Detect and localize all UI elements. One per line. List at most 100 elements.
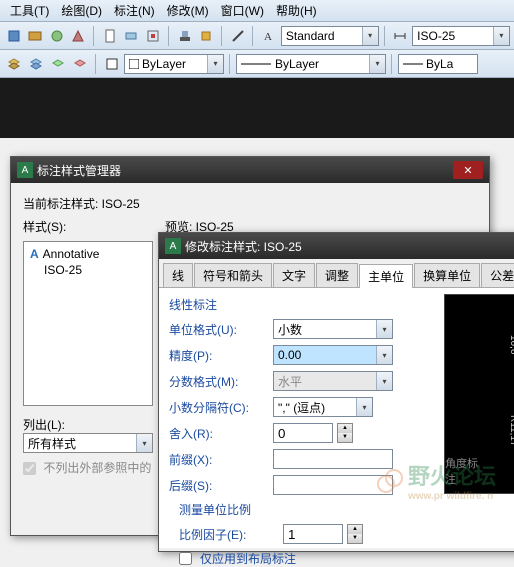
app-icon: A: [165, 238, 181, 254]
toolbar-separator: [229, 54, 231, 74]
xref-checkbox: [23, 462, 36, 475]
spinner-buttons[interactable]: ▲▼: [347, 524, 363, 544]
tab-primary-units[interactable]: 主单位: [359, 264, 413, 288]
styles-listbox[interactable]: AAnnotative ISO-25: [23, 241, 153, 406]
dialog-titlebar[interactable]: A 修改标注样式: ISO-25: [159, 233, 514, 259]
text-style-dropdown[interactable]: Standard: [281, 26, 379, 46]
preview-dim-1: 16,6: [508, 335, 514, 354]
dropdown-arrow-icon[interactable]: [369, 55, 385, 73]
current-style-label: 当前标注样式: ISO-25: [23, 195, 477, 212]
dim-preview: 16,6 R11,17 角度标注: [444, 294, 514, 494]
color-icon[interactable]: [102, 54, 122, 74]
suffix-input[interactable]: [273, 475, 393, 495]
color-dropdown[interactable]: ByLayer: [124, 54, 224, 74]
linetype-dropdown[interactable]: ByLayer: [236, 54, 386, 74]
dropdown-arrow-icon[interactable]: [136, 434, 152, 452]
toolbar-row-1: A Standard ISO-25: [0, 22, 514, 50]
prefix-input[interactable]: [273, 449, 393, 469]
linetype-value: ByLayer: [275, 57, 319, 71]
text-style-icon[interactable]: A: [259, 26, 279, 46]
spinner-buttons[interactable]: ▲▼: [337, 423, 353, 443]
round-input[interactable]: [273, 423, 333, 443]
tool-icon-2[interactable]: [26, 26, 46, 46]
menu-bar: 工具(T) 绘图(D) 标注(N) 修改(M) 窗口(W) 帮助(H): [0, 0, 514, 22]
prefix-label: 前缀(X):: [169, 451, 269, 468]
toolbar-separator: [391, 54, 393, 74]
tab-symbols[interactable]: 符号和箭头: [194, 263, 272, 287]
layer-icon-2[interactable]: [26, 54, 46, 74]
annotative-icon: A: [30, 247, 39, 261]
menu-dim[interactable]: 标注(N): [108, 0, 161, 21]
fraction-format-combo: 水平: [273, 371, 393, 391]
dropdown-arrow-icon[interactable]: [207, 55, 223, 73]
toolbar-separator: [168, 26, 170, 46]
text-style-value: Standard: [286, 29, 335, 43]
menu-modify[interactable]: 修改(M): [161, 0, 215, 21]
dialog-title: 标注样式管理器: [37, 162, 121, 179]
tab-line[interactable]: 线: [163, 263, 193, 287]
layer-icon-4[interactable]: [70, 54, 90, 74]
toolbar-separator: [252, 26, 254, 46]
list-label: 列出(L):: [23, 416, 153, 433]
tool-icon-9[interactable]: [196, 26, 216, 46]
tool-icon-6[interactable]: [122, 26, 142, 46]
dim-style-dropdown[interactable]: ISO-25: [412, 26, 510, 46]
layer-icon-3[interactable]: [48, 54, 68, 74]
tool-icon-3[interactable]: [47, 26, 67, 46]
list-item[interactable]: ISO-25: [28, 262, 148, 278]
menu-help[interactable]: 帮助(H): [270, 0, 323, 21]
tool-icon-7[interactable]: [143, 26, 163, 46]
toolbar-row-2: ByLayer ByLayer ByLa: [0, 50, 514, 78]
dim-style-value: ISO-25: [417, 29, 455, 43]
dim-style-icon[interactable]: [391, 26, 411, 46]
precision-combo[interactable]: 0.00: [273, 345, 393, 365]
unit-format-label: 单位格式(U):: [169, 321, 269, 338]
xref-checkbox-label: 不列出外部参照中的: [43, 461, 151, 475]
close-button[interactable]: ✕: [453, 161, 483, 179]
tab-strip: 线 符号和箭头 文字 调整 主单位 换算单位 公差: [159, 259, 514, 288]
tool-icon-1[interactable]: [4, 26, 24, 46]
menu-draw[interactable]: 绘图(D): [55, 0, 108, 21]
lineweight-dropdown[interactable]: ByLa: [398, 54, 478, 74]
round-label: 舍入(R):: [169, 425, 269, 442]
layer-icon-1[interactable]: [4, 54, 24, 74]
fraction-format-label: 分数格式(M):: [169, 373, 269, 390]
tab-tolerance[interactable]: 公差: [481, 263, 514, 287]
preview-footer: 角度标注: [445, 455, 487, 487]
drawing-area[interactable]: [0, 78, 514, 138]
suffix-label: 后缀(S):: [169, 477, 269, 494]
layout-only-label: 仅应用到布局标注: [200, 550, 296, 567]
scale-group-label: 测量单位比例: [179, 501, 514, 518]
tab-fit[interactable]: 调整: [316, 263, 358, 287]
precision-label: 精度(P):: [169, 347, 269, 364]
dropdown-arrow-icon[interactable]: [376, 346, 392, 364]
separator-label: 小数分隔符(C):: [169, 399, 269, 416]
layout-only-checkbox[interactable]: [179, 552, 192, 565]
dropdown-arrow-icon[interactable]: [493, 27, 509, 45]
list-item[interactable]: AAnnotative: [28, 246, 148, 262]
tool-icon-10[interactable]: [228, 26, 248, 46]
svg-text:A: A: [264, 31, 272, 43]
scale-factor-input[interactable]: [283, 524, 343, 544]
separator-combo[interactable]: "," (逗点): [273, 397, 373, 417]
tool-icon-8[interactable]: [175, 26, 195, 46]
toolbar-separator: [384, 26, 386, 46]
dropdown-arrow-icon[interactable]: [356, 398, 372, 416]
tool-icon-4[interactable]: [69, 26, 89, 46]
toolbar-separator: [93, 26, 95, 46]
list-filter-combo[interactable]: 所有样式: [23, 433, 153, 453]
tool-icon-5[interactable]: [100, 26, 120, 46]
toolbar-separator: [221, 26, 223, 46]
dropdown-arrow-icon[interactable]: [376, 320, 392, 338]
dialog-titlebar[interactable]: A 标注样式管理器 ✕: [11, 157, 489, 183]
tab-text[interactable]: 文字: [273, 263, 315, 287]
menu-tools[interactable]: 工具(T): [4, 0, 55, 21]
dropdown-arrow-icon[interactable]: [362, 27, 378, 45]
app-icon: A: [17, 162, 33, 178]
menu-window[interactable]: 窗口(W): [215, 0, 270, 21]
tab-alt-units[interactable]: 换算单位: [414, 263, 480, 287]
unit-format-combo[interactable]: 小数: [273, 319, 393, 339]
scale-factor-label: 比例因子(E):: [179, 526, 279, 543]
preview-dim-2: R11,17: [508, 415, 514, 447]
styles-label: 样式(S):: [23, 218, 153, 235]
